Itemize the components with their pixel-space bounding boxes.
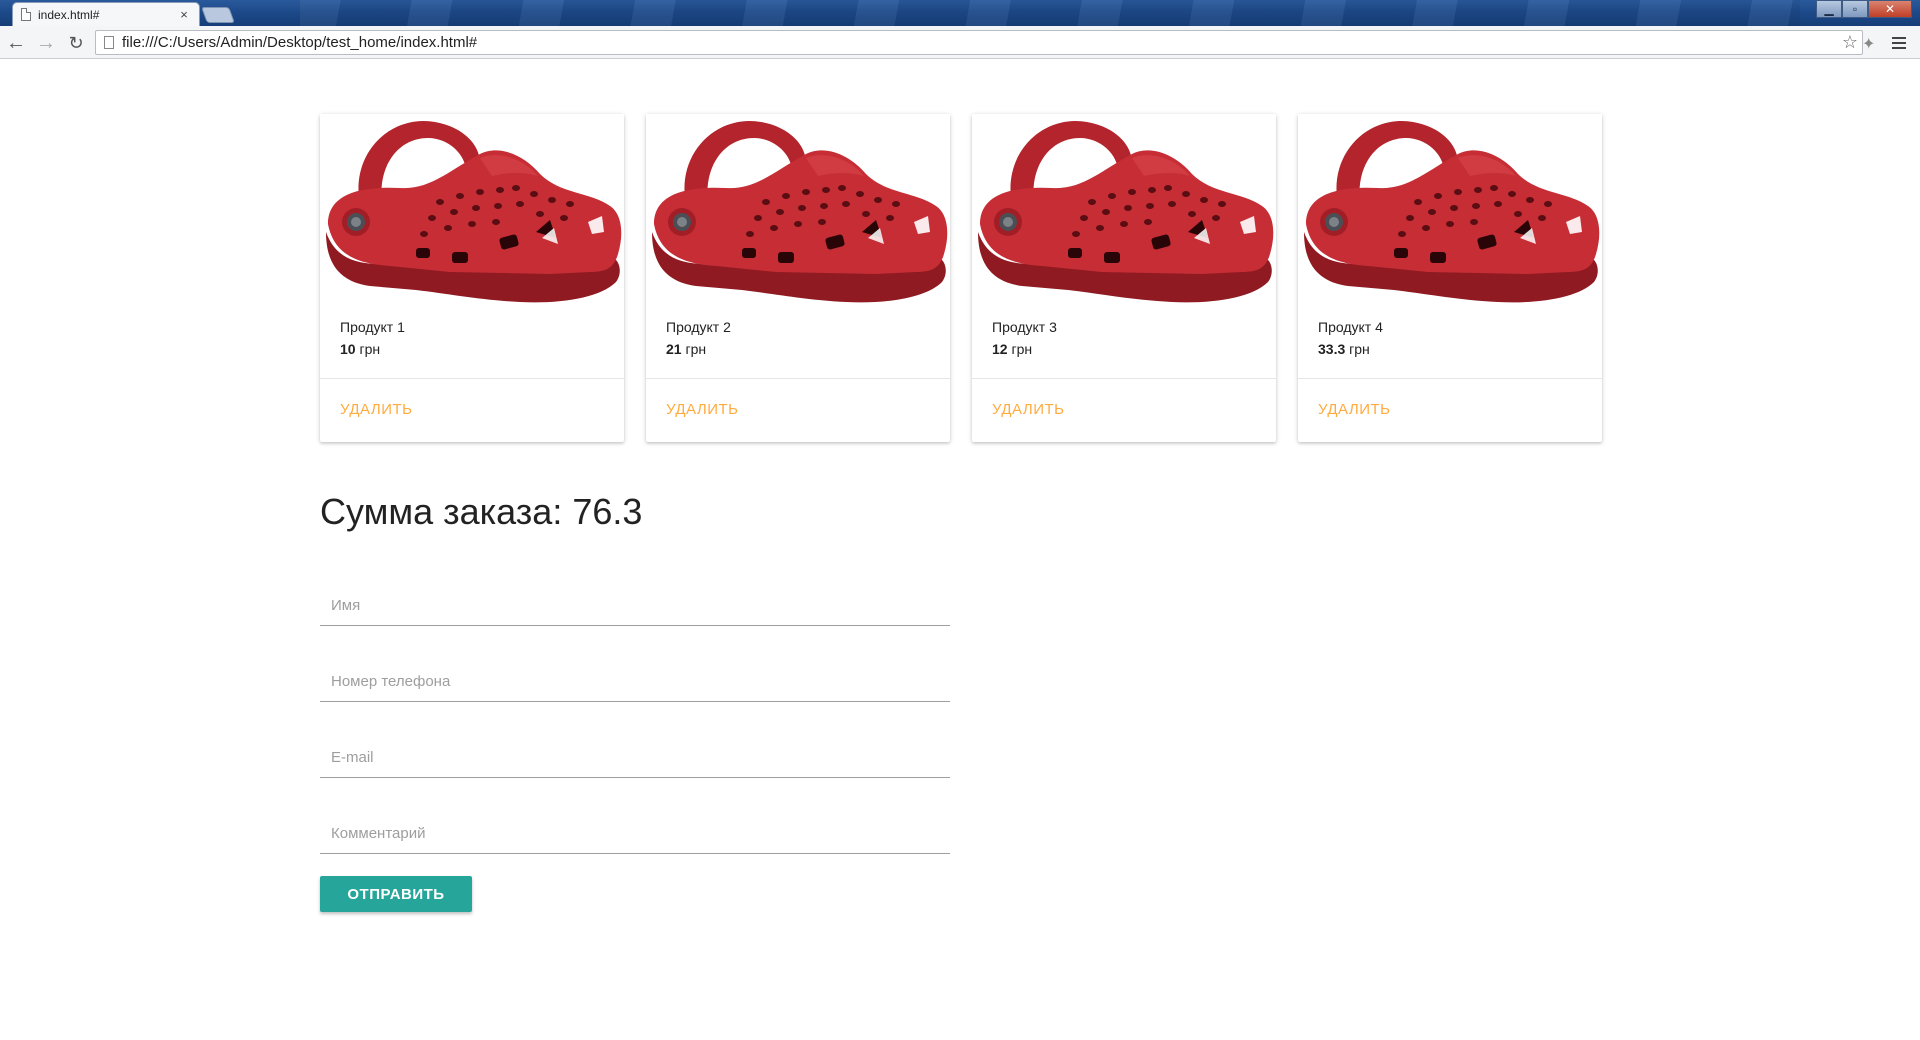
delete-product-button[interactable]: УДАЛИТЬ	[666, 401, 738, 418]
delete-product-button[interactable]: УДАЛИТЬ	[1318, 401, 1390, 418]
price-value: 10	[340, 341, 356, 357]
page-icon	[21, 8, 31, 21]
phone-field-wrapper	[320, 656, 950, 732]
close-window-button[interactable]: ✕	[1868, 0, 1912, 18]
card-action: УДАЛИТЬ	[972, 378, 1276, 442]
delete-product-button[interactable]: УДАЛИТЬ	[992, 401, 1064, 418]
order-form: ОТПРАВИТЬ	[320, 580, 950, 912]
price-value: 12	[992, 341, 1008, 357]
close-tab-icon[interactable]: ×	[177, 7, 191, 22]
clog-shoe-image	[1304, 120, 1600, 303]
product-name: Продукт 1	[340, 319, 405, 335]
submit-button[interactable]: ОТПРАВИТЬ	[320, 876, 472, 912]
email-input[interactable]	[320, 732, 950, 778]
tab-title: index.html#	[38, 7, 100, 22]
url-text[interactable]: file:///C:/Users/Admin/Desktop/test_home…	[122, 34, 1842, 51]
comment-field-wrapper	[320, 808, 950, 884]
product-card-4: Продукт 4 33.3 грн УДАЛИТЬ	[1298, 114, 1602, 442]
product-price: 10 грн	[340, 338, 405, 360]
product-image	[1298, 114, 1602, 304]
card-content: Продукт 3 12 грн	[992, 316, 1057, 360]
product-image	[320, 114, 624, 304]
new-tab-button[interactable]	[201, 7, 235, 23]
address-bar[interactable]: file:///C:/Users/Admin/Desktop/test_home…	[95, 30, 1863, 55]
price-currency: грн	[1011, 341, 1033, 357]
page-icon	[104, 36, 114, 49]
product-name: Продукт 4	[1318, 319, 1383, 335]
browser-toolbar: ← → ↻ file:///C:/Users/Admin/Desktop/tes…	[0, 26, 1920, 59]
product-price: 33.3 грн	[1318, 338, 1383, 360]
card-action: УДАЛИТЬ	[646, 378, 950, 442]
phone-input[interactable]	[320, 656, 950, 702]
product-price: 21 грн	[666, 338, 731, 360]
product-name: Продукт 2	[666, 319, 731, 335]
card-action: УДАЛИТЬ	[320, 378, 624, 442]
reload-button[interactable]: ↻	[64, 31, 88, 55]
product-list: Продукт 1 10 грн УДАЛИТЬ Продукт 2 21 гр…	[320, 114, 1602, 442]
card-content: Продукт 1 10 грн	[340, 316, 405, 360]
name-input[interactable]	[320, 580, 950, 626]
forward-button[interactable]: →	[34, 31, 58, 55]
product-card-1: Продукт 1 10 грн УДАЛИТЬ	[320, 114, 624, 442]
price-value: 33.3	[1318, 341, 1346, 357]
price-currency: грн	[1349, 341, 1370, 357]
price-value: 21	[666, 341, 682, 357]
email-field-wrapper	[320, 732, 950, 808]
minimize-button[interactable]: ▁	[1816, 0, 1842, 18]
back-button[interactable]: ←	[4, 31, 28, 55]
price-currency: грн	[359, 341, 381, 357]
browser-tab[interactable]: index.html# ×	[12, 2, 200, 26]
order-total: Сумма заказа: 76.3	[320, 491, 643, 532]
name-field-wrapper	[320, 580, 950, 656]
window-controls: ▁ ▫ ✕	[1816, 0, 1912, 18]
product-image	[972, 114, 1276, 304]
card-content: Продукт 2 21 грн	[666, 316, 731, 360]
comment-input[interactable]	[320, 808, 950, 854]
price-currency: грн	[685, 341, 707, 357]
product-card-2: Продукт 2 21 грн УДАЛИТЬ	[646, 114, 950, 442]
maximize-button[interactable]: ▫	[1842, 0, 1868, 18]
clog-shoe-image	[326, 120, 622, 303]
page-content: Продукт 1 10 грн УДАЛИТЬ Продукт 2 21 гр…	[0, 60, 1920, 1040]
browser-menu-icon[interactable]	[1892, 33, 1912, 53]
extension-icon[interactable]: ✦	[1862, 34, 1875, 54]
product-price: 12 грн	[992, 338, 1057, 360]
product-name: Продукт 3	[992, 319, 1057, 335]
bookmark-star-icon[interactable]: ☆	[1842, 32, 1858, 53]
card-action: УДАЛИТЬ	[1298, 378, 1602, 442]
window-titlebar: index.html# × ▁ ▫ ✕	[0, 0, 1920, 26]
product-image	[646, 114, 950, 304]
clog-shoe-image	[978, 120, 1274, 303]
product-card-3: Продукт 3 12 грн УДАЛИТЬ	[972, 114, 1276, 442]
delete-product-button[interactable]: УДАЛИТЬ	[340, 401, 412, 418]
card-content: Продукт 4 33.3 грн	[1318, 316, 1383, 360]
clog-shoe-image	[652, 120, 948, 303]
